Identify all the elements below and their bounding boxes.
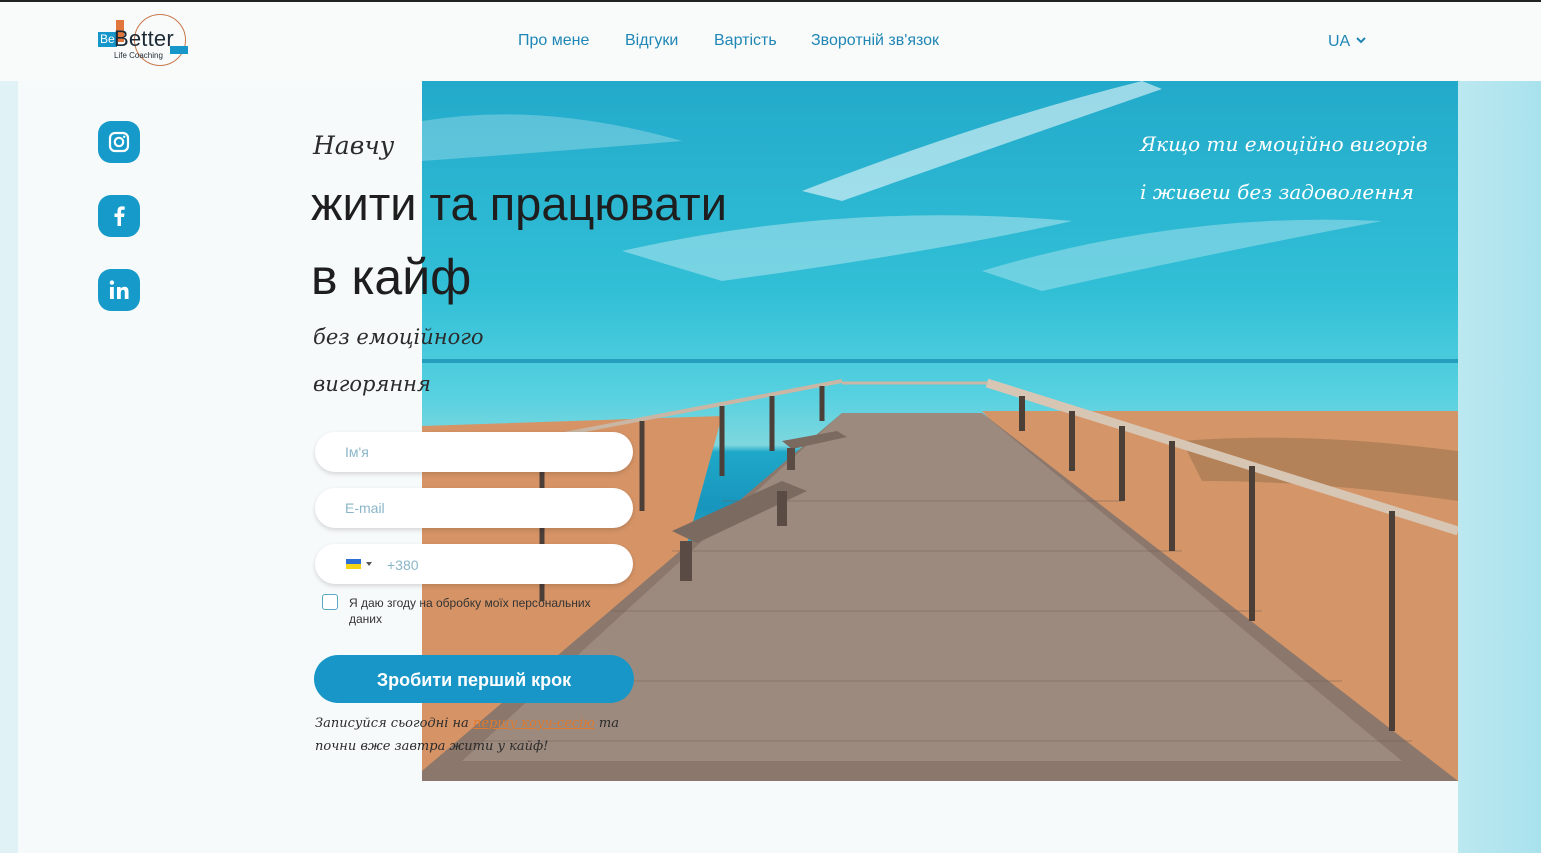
- name-input[interactable]: [315, 432, 633, 472]
- hero-caption-line-2: і живеш без задоволення: [1140, 180, 1414, 204]
- nav-item-pricing[interactable]: Вартість: [714, 32, 777, 50]
- headline-sub-2: вигоряння: [313, 372, 431, 396]
- nav-item-about[interactable]: Про мене: [518, 32, 589, 50]
- instagram-button[interactable]: [98, 121, 140, 163]
- logo[interactable]: Be Better Life Coaching: [96, 14, 196, 72]
- signup-note: Записуйся сьогодні на першу коуч-сесію т…: [315, 712, 635, 758]
- headline-sub-1: без емоційного: [313, 325, 484, 349]
- facebook-button[interactable]: [98, 195, 140, 237]
- nav-item-contact[interactable]: Зворотній зв'язок: [811, 32, 939, 50]
- logo-mark-main: Better: [114, 26, 174, 51]
- instagram-icon: [108, 131, 130, 153]
- headline-line-1: жити та працювати: [311, 177, 727, 230]
- nav-item-reviews[interactable]: Відгуки: [625, 32, 678, 50]
- right-edge-panel: [1458, 81, 1541, 853]
- email-input[interactable]: [315, 488, 633, 528]
- logo-tagline: Life Coaching: [114, 51, 163, 60]
- submit-button[interactable]: Зробити перший крок: [314, 655, 634, 703]
- hero-caption-line-1: Якщо ти емоційно вигорів: [1140, 132, 1428, 156]
- headline-line-2: в кайф: [311, 249, 472, 305]
- language-label: UA: [1328, 33, 1351, 50]
- chevron-down-icon: [1356, 37, 1366, 44]
- language-selector[interactable]: UA: [1328, 33, 1366, 51]
- ukraine-flag-icon[interactable]: [346, 559, 361, 569]
- logo-accent-blue: [170, 46, 188, 54]
- coach-session-link[interactable]: першу коуч-сесію: [473, 716, 595, 731]
- consent-label: Я даю згоду на обробку моїх персональних…: [349, 596, 591, 626]
- headline-intro: Навчу: [313, 131, 395, 160]
- phone-field: [315, 544, 633, 586]
- site-header: Be Better Life Coaching Про мене Відгуки…: [0, 2, 1541, 81]
- caret-down-icon[interactable]: [366, 562, 372, 566]
- linkedin-button[interactable]: [98, 269, 140, 311]
- facebook-icon: [114, 206, 125, 226]
- note-text-before: Записуйся сьогодні на: [315, 716, 473, 731]
- consent-checkbox[interactable]: [322, 594, 338, 610]
- phone-input[interactable]: [385, 544, 629, 586]
- linkedin-icon: [109, 280, 129, 299]
- left-edge-panel: [0, 81, 18, 853]
